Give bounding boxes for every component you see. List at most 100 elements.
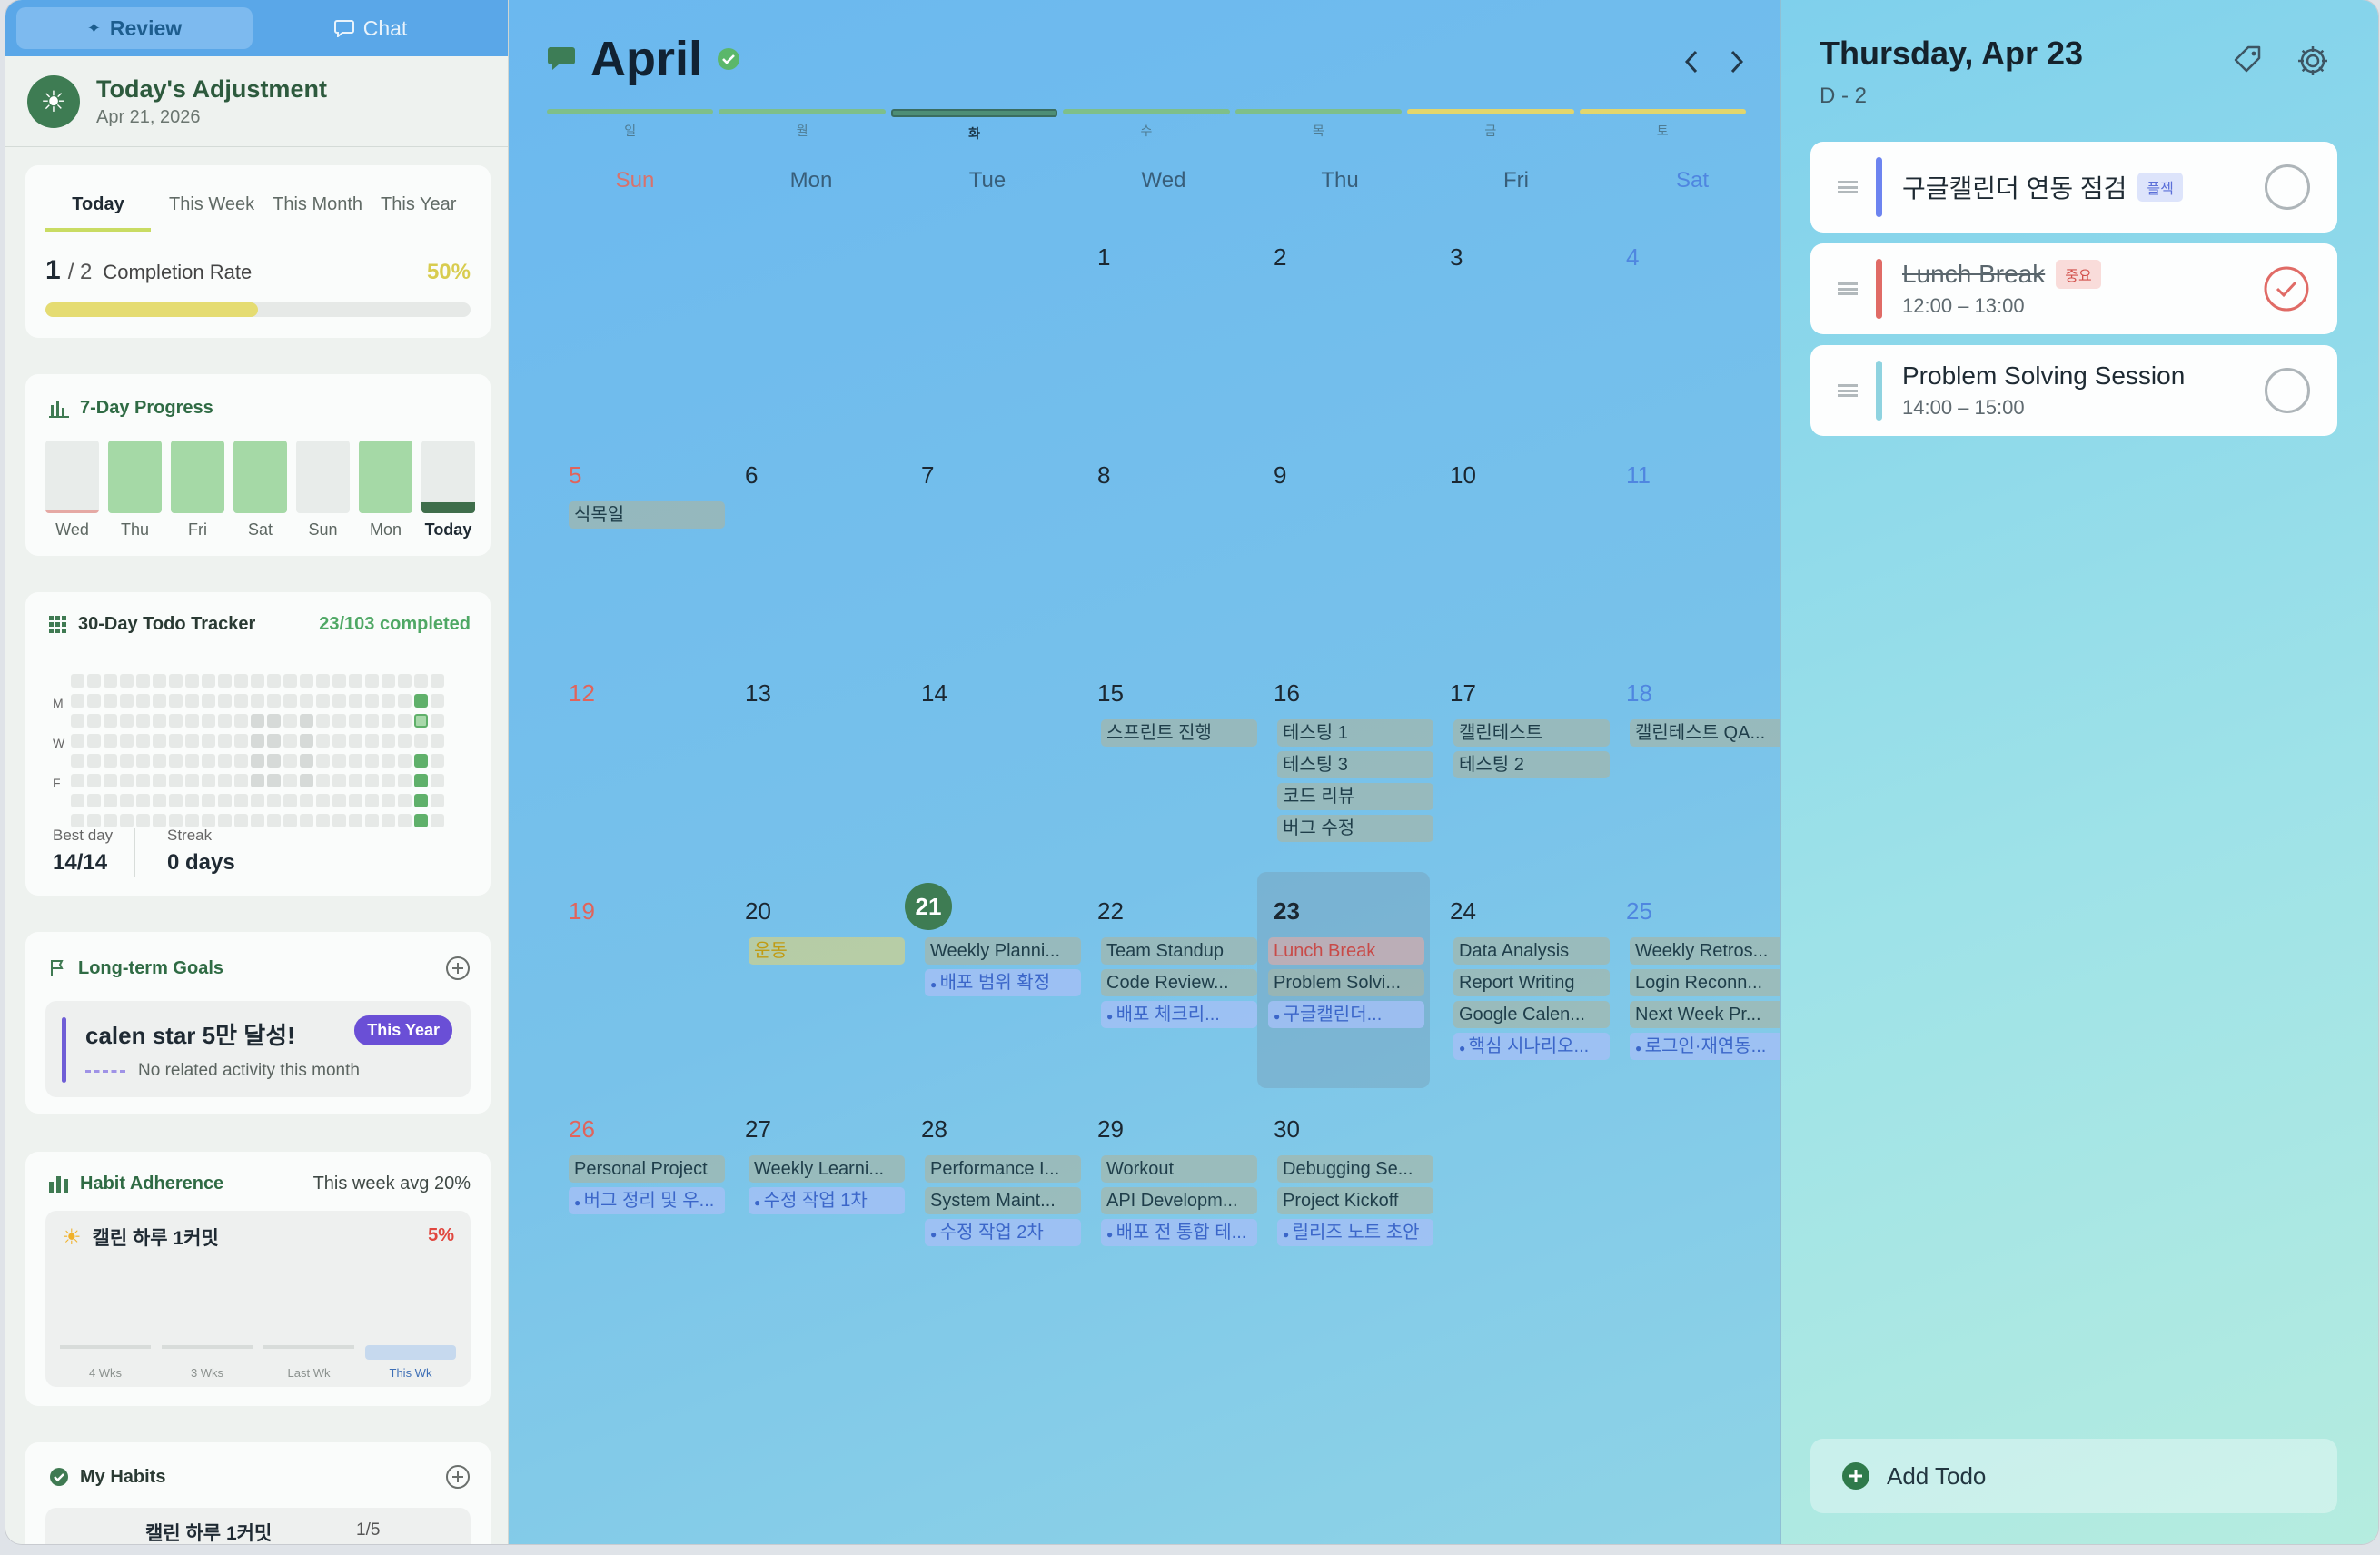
calendar-subtask-chip[interactable]: ● 수정 작업 1차 bbox=[749, 1187, 905, 1214]
tracker-cell bbox=[185, 754, 199, 768]
day-cell[interactable]: 15 스프린트 진행 bbox=[1076, 654, 1257, 870]
todays-adjustment-header[interactable]: ☀ Today's Adjustment Apr 21, 2026 bbox=[5, 56, 508, 147]
calendar-event-chip[interactable]: Performance I... bbox=[925, 1155, 1081, 1183]
day-cell[interactable]: 6 bbox=[723, 436, 899, 652]
day-cell[interactable]: 17 캘린테스트 테스팅 2 bbox=[1428, 654, 1610, 870]
todo-item[interactable]: 구글캘린더 연동 점검 플젝 bbox=[1810, 142, 2337, 233]
event-title: Google Calen... bbox=[1459, 1005, 1585, 1025]
calendar-event-chip[interactable]: Next Week Pr... bbox=[1630, 1001, 1786, 1028]
calendar-subtask-chip[interactable]: ● 버그 정리 및 우... bbox=[569, 1187, 725, 1214]
goal-item[interactable]: calen star 5만 달성! This Year No related a… bbox=[45, 1001, 471, 1097]
day-cell[interactable]: 11 bbox=[1604, 436, 1780, 652]
day-cell[interactable]: 3 bbox=[1428, 218, 1604, 434]
calendar-event-chip[interactable]: Data Analysis bbox=[1453, 937, 1610, 965]
calendar-subtask-chip[interactable]: ● 핵심 시나리오... bbox=[1453, 1033, 1610, 1060]
day-cell[interactable]: 30 Debugging Se... Project Kickoff ● 릴리즈 노트… bbox=[1252, 1090, 1433, 1306]
todo-item[interactable]: Problem Solving Session 14:00 – 15:00 bbox=[1810, 345, 2337, 436]
calendar-subtask-chip[interactable]: ● 배포 전 통합 테... bbox=[1101, 1219, 1257, 1246]
previous-month-icon[interactable] bbox=[1681, 47, 1704, 76]
calendar-event-chip[interactable]: Weekly Planni... bbox=[925, 937, 1081, 965]
calendar-event-chip[interactable]: 식목일 bbox=[569, 501, 725, 529]
tag-icon[interactable] bbox=[2232, 44, 2265, 76]
best-day-block: Best day 14/14 bbox=[53, 827, 113, 876]
day-cell[interactable]: 1 bbox=[1076, 218, 1252, 434]
day-cell[interactable]: 9 bbox=[1252, 436, 1428, 652]
day-cell[interactable]: 24 Data Analysis Report Writing Google Cale… bbox=[1428, 872, 1610, 1088]
day-cell[interactable]: 8 bbox=[1076, 436, 1252, 652]
period-tab-month[interactable]: This Month bbox=[273, 194, 362, 232]
tracker-row-label-m: M bbox=[53, 696, 64, 710]
day-cell[interactable]: 5 식목일 bbox=[547, 436, 725, 652]
calendar-subtask-chip[interactable]: ● 배포 범위 확정 bbox=[925, 969, 1081, 996]
settings-gear-icon[interactable] bbox=[2296, 44, 2330, 78]
next-month-icon[interactable] bbox=[1724, 47, 1748, 76]
calendar-event-chip[interactable]: Team Standup bbox=[1101, 937, 1257, 965]
day-cell[interactable]: 2 bbox=[1252, 218, 1428, 434]
calendar-event-chip[interactable]: Login Reconn... bbox=[1630, 969, 1786, 996]
speech-bubble-icon[interactable] bbox=[547, 45, 576, 73]
calendar-subtask-chip[interactable]: ● 배포 체크리... bbox=[1101, 1001, 1257, 1028]
todo-item[interactable]: Lunch Break 중요 12:00 – 13:00 bbox=[1810, 243, 2337, 334]
habit-list-item[interactable]: 캘린 하루 1커밋 1/5 bbox=[45, 1508, 471, 1544]
day-cell[interactable]: 4 bbox=[1604, 218, 1780, 434]
tab-review[interactable]: ✦ Review bbox=[16, 7, 253, 49]
day-cell[interactable]: 22 Team Standup Code Review... ● 배포 체크리... bbox=[1076, 872, 1257, 1088]
add-goal-icon[interactable] bbox=[445, 956, 471, 981]
calendar-event-chip[interactable]: API Developm... bbox=[1101, 1187, 1257, 1214]
period-tab-week[interactable]: This Week bbox=[169, 194, 254, 232]
day-cell[interactable]: 29 Workout API Developm... ● 배포 전 통합 테... bbox=[1076, 1090, 1257, 1306]
day-cell[interactable]: 10 bbox=[1428, 436, 1604, 652]
calendar-subtask-chip[interactable]: ● 수정 작업 2차 bbox=[925, 1219, 1081, 1246]
calendar-event-chip[interactable]: Personal Project bbox=[569, 1155, 725, 1183]
calendar-event-chip[interactable]: Weekly Retros... bbox=[1630, 937, 1786, 965]
calendar-event-chip[interactable]: Lunch Break bbox=[1268, 937, 1424, 965]
period-tab-today[interactable]: Today bbox=[45, 194, 151, 232]
day-cell[interactable]: 12 bbox=[547, 654, 723, 870]
calendar-event-chip[interactable]: 테스팅 3 bbox=[1277, 751, 1433, 778]
day-cell[interactable]: 26 Personal Project ● 버그 정리 및 우... bbox=[547, 1090, 725, 1306]
calendar-event-chip[interactable]: Google Calen... bbox=[1453, 1001, 1610, 1028]
calendar-subtask-chip[interactable]: ● 로그인·재연동... bbox=[1630, 1033, 1786, 1060]
calendar-event-chip[interactable]: 스프린트 진행 bbox=[1101, 719, 1257, 747]
calendar-event-chip[interactable]: 버그 수정 bbox=[1277, 815, 1433, 842]
calendar-event-chip[interactable]: System Maint... bbox=[925, 1187, 1081, 1214]
day-cell[interactable]: 16 테스팅 1 테스팅 3 코드 리뷰 버그 수정 bbox=[1252, 654, 1433, 870]
day-cell[interactable]: 19 bbox=[547, 872, 723, 1088]
day-cell[interactable]: 23 Lunch Break Problem Solvi... ● 구글캘린더... bbox=[1257, 872, 1430, 1088]
calendar-event-chip[interactable]: Weekly Learni... bbox=[749, 1155, 905, 1183]
day-cell[interactable]: 13 bbox=[723, 654, 899, 870]
calendar-event-chip[interactable]: Problem Solvi... bbox=[1268, 969, 1424, 996]
tab-chat[interactable]: Chat bbox=[253, 7, 489, 49]
unchecked-circle-icon[interactable] bbox=[2265, 368, 2310, 413]
calendar-event-chip[interactable]: 테스팅 2 bbox=[1453, 751, 1610, 778]
drag-handle-icon[interactable] bbox=[1838, 282, 1858, 295]
day-cell[interactable]: 14 bbox=[899, 654, 1076, 870]
calendar-event-chip[interactable]: Code Review... bbox=[1101, 969, 1257, 996]
day-cell[interactable]: 28 Performance I... System Maint... ● 수정 작업… bbox=[899, 1090, 1081, 1306]
calendar-event-chip[interactable]: Debugging Se... bbox=[1277, 1155, 1433, 1183]
calendar-event-chip[interactable]: 캘린테스트 QA... bbox=[1630, 719, 1786, 747]
calendar-event-chip[interactable]: 테스팅 1 bbox=[1277, 719, 1433, 747]
add-todo-button[interactable]: Add Todo bbox=[1810, 1439, 2337, 1513]
tracker-cell bbox=[185, 714, 199, 728]
checked-circle-icon[interactable] bbox=[2263, 265, 2310, 312]
add-habit-icon[interactable] bbox=[445, 1464, 471, 1490]
drag-handle-icon[interactable] bbox=[1838, 384, 1858, 397]
day-cell[interactable]: 20 운동 bbox=[723, 872, 905, 1088]
calendar-event-chip[interactable]: Report Writing bbox=[1453, 969, 1610, 996]
calendar-event-chip[interactable]: 운동 bbox=[749, 937, 905, 965]
calendar-event-chip[interactable]: Workout bbox=[1101, 1155, 1257, 1183]
drag-handle-icon[interactable] bbox=[1838, 181, 1858, 193]
calendar-event-chip[interactable]: 캘린테스트 bbox=[1453, 719, 1610, 747]
calendar-subtask-chip[interactable]: ● 구글캘린더... bbox=[1268, 1001, 1424, 1028]
day-cell[interactable]: 25 Weekly Retros... Login Reconn... Next We… bbox=[1604, 872, 1786, 1088]
period-tab-year[interactable]: This Year bbox=[381, 194, 456, 232]
day-cell[interactable]: 21 Weekly Planni... ● 배포 범위 확정 bbox=[899, 872, 1081, 1088]
calendar-event-chip[interactable]: Project Kickoff bbox=[1277, 1187, 1433, 1214]
day-cell[interactable]: 18 캘린테스트 QA... bbox=[1604, 654, 1786, 870]
calendar-subtask-chip[interactable]: ● 릴리즈 노트 초안 bbox=[1277, 1219, 1433, 1246]
day-cell[interactable]: 7 bbox=[899, 436, 1076, 652]
calendar-event-chip[interactable]: 코드 리뷰 bbox=[1277, 783, 1433, 810]
unchecked-circle-icon[interactable] bbox=[2265, 164, 2310, 210]
day-cell[interactable]: 27 Weekly Learni... ● 수정 작업 1차 bbox=[723, 1090, 905, 1306]
